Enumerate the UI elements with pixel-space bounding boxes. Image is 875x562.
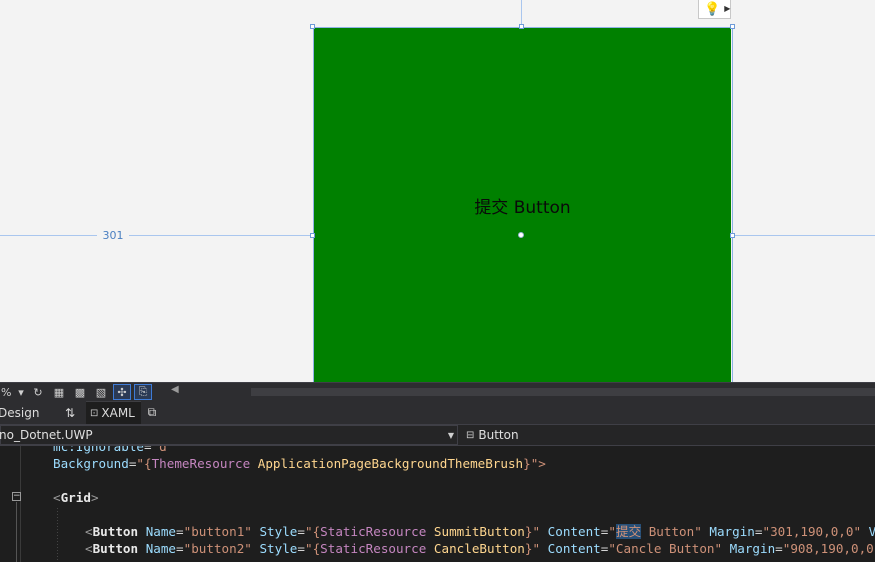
lightbulb-icon: 💡 (704, 1, 721, 17)
zoom-level[interactable]: % (0, 386, 16, 399)
xaml-code-editor[interactable]: − mc:Ignorable="d" Background="{ThemeRes… (0, 446, 875, 562)
tab-xaml-label: XAML (101, 406, 135, 420)
xaml-navigation-bar: no_Dotnet.UWP ▼ ⊟ Button (0, 424, 875, 446)
fold-guide (16, 502, 17, 562)
code-line: <Grid> (53, 490, 99, 505)
chevron-down-icon: ▼ (447, 430, 454, 440)
code-line: mc:Ignorable="d" (53, 446, 175, 454)
refresh-icon[interactable]: ↻ (29, 384, 47, 400)
designer-button-preview[interactable]: 提交 Button (314, 28, 731, 382)
snap-to-grid-icon[interactable]: ▩ (71, 384, 89, 400)
resize-handle-left[interactable] (310, 233, 315, 238)
button-content-text: 提交 Button (474, 197, 571, 218)
resize-handle-top[interactable] (519, 24, 524, 29)
margin-left-label: 301 (97, 229, 129, 243)
code-line: Background="{ThemeResource ApplicationPa… (53, 456, 546, 471)
designer-toolbar: % ▾ ↻ ▦ ▩ ▧ ✣ ⎘ ◀ (0, 382, 875, 401)
popout-xaml-button[interactable]: ⧉ (141, 401, 163, 424)
zoom-dropdown-icon[interactable]: ▾ (16, 384, 26, 400)
swap-panes-button[interactable]: ⇅ (54, 401, 86, 424)
popout-icon: ⧉ (147, 405, 157, 419)
resize-handle-right[interactable] (730, 233, 735, 238)
indent-guide (57, 508, 58, 562)
element-dropdown-value: Button (478, 428, 519, 442)
project-dropdown-value: no_Dotnet.UWP (0, 428, 93, 442)
horizontal-scrollbar[interactable] (251, 388, 875, 396)
caret-right-icon: ▶ (724, 4, 731, 13)
grid-icon[interactable]: ▦ (50, 384, 68, 400)
code-line: <Button Name="button1" Style="{StaticRes… (85, 524, 875, 539)
designer-view-tabs: Design ⇅ ⊡ XAML ⧉ (0, 401, 875, 424)
center-anchor-handle[interactable] (518, 232, 524, 238)
xaml-file-icon: ⊡ (90, 407, 99, 419)
xaml-designer-canvas[interactable]: 301 提交 Button 💡 ▶ (0, 0, 875, 382)
project-code-icon[interactable]: ⎘ (134, 384, 152, 400)
button-element-icon: ⊟ (466, 429, 475, 441)
snap-to-lines-icon[interactable]: ✣ (113, 384, 131, 400)
project-dropdown[interactable]: no_Dotnet.UWP ▼ (0, 425, 458, 445)
margin-guide-vertical (521, 0, 522, 27)
resize-handle-top-left[interactable] (310, 24, 315, 29)
element-dropdown[interactable]: ⊟ Button (461, 425, 875, 445)
scroll-left-icon[interactable]: ◀ (171, 384, 179, 395)
tab-design-label: Design (0, 405, 40, 420)
resize-handle-top-right[interactable] (730, 24, 735, 29)
tab-xaml[interactable]: ⊡ XAML (86, 401, 141, 424)
gutter-separator (20, 446, 21, 562)
artboard-icon[interactable]: ▧ (92, 384, 110, 400)
collapse-region-icon[interactable]: − (12, 492, 21, 501)
tab-design[interactable]: Design (0, 401, 54, 424)
code-line: <Button Name="button2" Style="{StaticRes… (85, 541, 874, 556)
swap-panes-icon: ⇅ (64, 405, 76, 420)
quick-actions-button[interactable]: 💡 ▶ (698, 0, 731, 19)
